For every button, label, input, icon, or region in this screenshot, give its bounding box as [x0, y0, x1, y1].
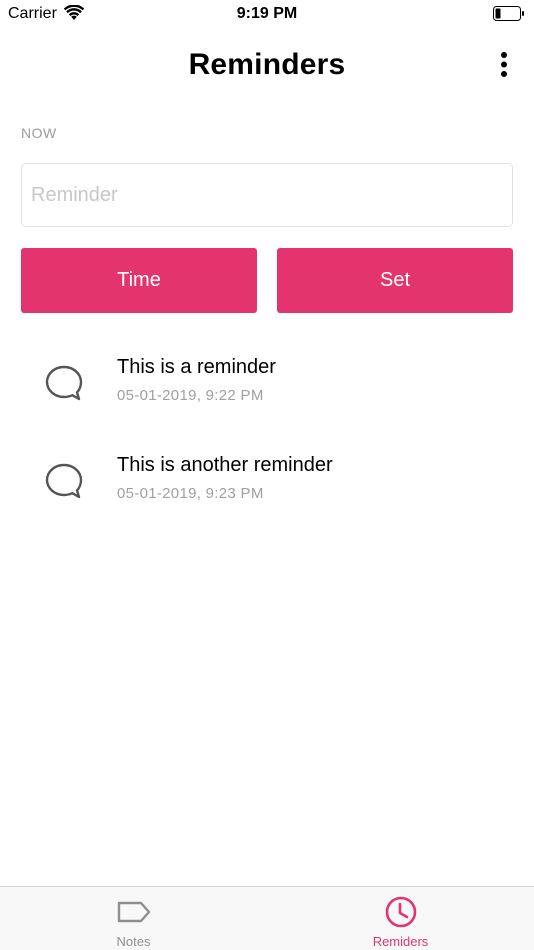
- status-time: 9:19 PM: [236, 5, 298, 22]
- list-item[interactable]: This is another reminder 05-01-2019, 9:2…: [0, 438, 534, 536]
- tab-reminders[interactable]: Remiders: [267, 887, 534, 950]
- status-bar: Carrier 9:19 PM: [0, 0, 534, 28]
- tab-label: Remiders: [372, 934, 429, 949]
- tab-bar: Notes Remiders: [0, 886, 534, 950]
- battery-icon: [493, 6, 524, 21]
- time-button[interactable]: Time: [21, 248, 257, 313]
- section-label-now: NOW: [21, 125, 57, 141]
- tag-icon: [117, 901, 151, 923]
- chat-bubble-icon: [45, 463, 83, 499]
- more-options-button[interactable]: [492, 50, 516, 80]
- clock-icon: [385, 896, 417, 928]
- list-item[interactable]: This is a reminder 05-01-2019, 9:22 PM: [0, 340, 534, 438]
- reminder-list: This is a reminder 05-01-2019, 9:22 PM T…: [0, 340, 534, 536]
- reminder-title: This is another reminder: [117, 454, 333, 476]
- reminder-title: This is a reminder: [117, 356, 276, 378]
- reminder-input[interactable]: [21, 163, 513, 227]
- navigation-bar: Reminders: [0, 28, 534, 104]
- set-button[interactable]: Set: [277, 248, 513, 313]
- reminder-datetime: 05-01-2019, 9:23 PM: [117, 485, 264, 502]
- more-vertical-icon: [501, 52, 507, 77]
- reminder-datetime: 05-01-2019, 9:22 PM: [117, 387, 264, 404]
- tab-label: Notes: [116, 934, 151, 949]
- tab-notes[interactable]: Notes: [0, 887, 267, 950]
- chat-bubble-icon: [45, 365, 83, 401]
- page-title: Reminders: [188, 48, 346, 81]
